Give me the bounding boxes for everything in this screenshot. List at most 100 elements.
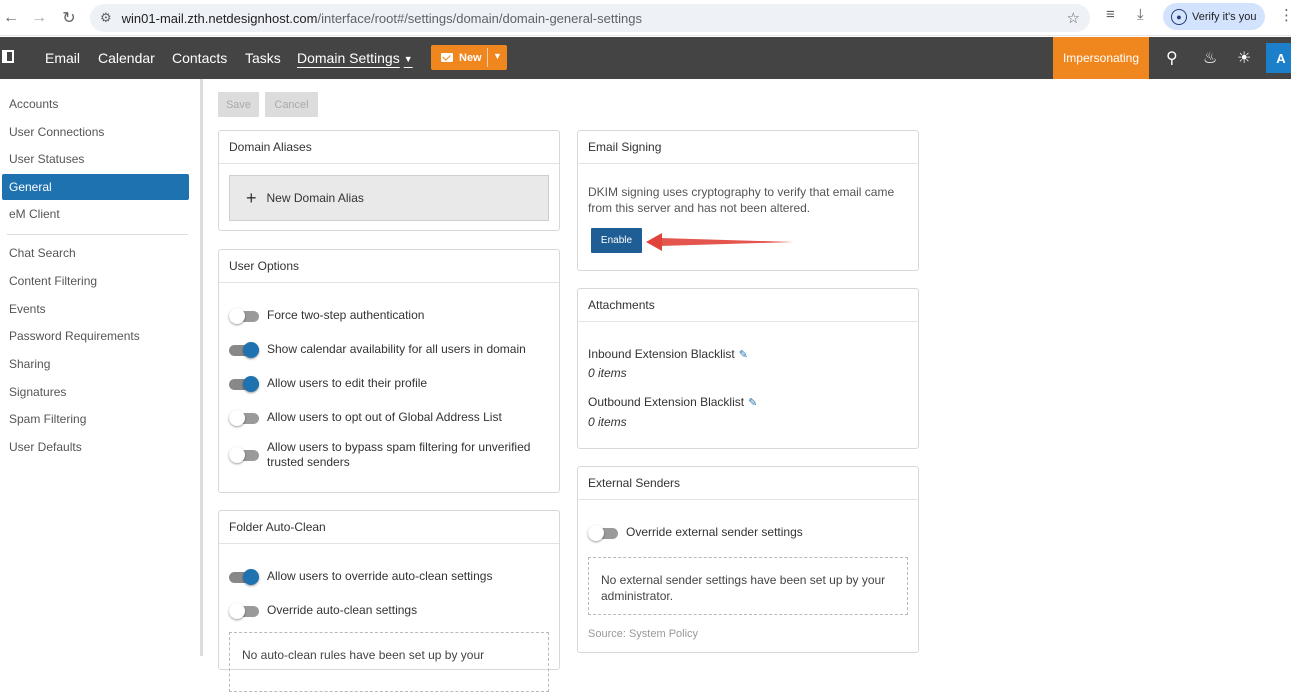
annotation-arrow <box>646 233 794 251</box>
chevron-down-icon: ▼ <box>403 54 413 65</box>
auto-clean-empty-box: No auto-clean rules have been set up by … <box>229 632 549 692</box>
toggle-switch[interactable] <box>229 376 259 392</box>
sidebar-item-accounts[interactable]: Accounts <box>9 97 58 111</box>
sidebar-item-em-client[interactable]: eM Client <box>9 207 60 221</box>
external-sender-empty-box: No external sender settings have been se… <box>588 557 908 615</box>
inbound-blacklist-text: Inbound Extension Blacklist <box>588 347 735 361</box>
save-button[interactable]: Save <box>218 92 259 117</box>
url-host: win01-mail.zth.netdesignhost.com <box>121 10 318 26</box>
nav-domain-settings-label: Domain Settings <box>297 50 400 66</box>
cancel-button[interactable]: Cancel <box>265 92 318 117</box>
browser-toolbar: ← → ↻ ⚙ win01-mail.zth.netdesignhost.com… <box>0 0 1291 36</box>
search-icon[interactable]: ⚲ <box>1166 48 1178 68</box>
verify-profile-button[interactable]: ● Verify it's you <box>1163 3 1265 30</box>
external-sender-empty-text: No external sender settings have been se… <box>601 573 886 603</box>
option-label: Override auto-clean settings <box>267 603 418 617</box>
plus-icon: + <box>246 187 257 208</box>
new-button[interactable]: New ▼ <box>431 45 507 70</box>
toggle-switch[interactable] <box>588 525 618 541</box>
bell-icon[interactable]: ♨ <box>1203 48 1217 68</box>
email-signing-title: Email Signing <box>578 131 918 164</box>
bookmark-star-icon[interactable]: ☆ <box>1067 9 1080 27</box>
option-bypass-spam: Allow users to bypass spam filtering for… <box>229 440 539 470</box>
theme-sun-icon[interactable]: ☀ <box>1237 48 1251 68</box>
back-icon[interactable]: ← <box>0 3 26 33</box>
option-show-calendar-availability: Show calendar availability for all users… <box>229 342 526 358</box>
envelope-icon <box>441 53 453 62</box>
address-bar[interactable]: ⚙ win01-mail.zth.netdesignhost.com/inter… <box>90 4 1090 32</box>
option-edit-profile: Allow users to edit their profile <box>229 376 428 392</box>
sidebar-item-general[interactable]: General <box>2 174 189 200</box>
option-label: Override external sender settings <box>626 525 803 539</box>
avatar[interactable]: A <box>1266 43 1291 73</box>
user-options-card: User Options Force two-step authenticati… <box>218 249 560 493</box>
folder-auto-clean-card: Folder Auto-Clean Allow users to overrid… <box>218 510 560 692</box>
sidebar-divider <box>200 79 203 656</box>
site-settings-icon[interactable]: ⚙ <box>100 10 112 26</box>
option-label: Allow users to edit their profile <box>267 376 428 390</box>
toggle-switch[interactable] <box>229 342 259 358</box>
panel-toggle-icon[interactable] <box>2 50 14 63</box>
option-override-auto-clean: Override auto-clean settings <box>229 603 418 619</box>
sidebar-item-events[interactable]: Events <box>9 302 46 316</box>
external-senders-card: External Senders Override external sende… <box>577 466 919 653</box>
browser-menu-icon[interactable]: ⋮ <box>1279 6 1291 24</box>
option-override-external-sender: Override external sender settings <box>588 525 803 541</box>
domain-aliases-card: Domain Aliases + New Domain Alias <box>218 130 560 231</box>
new-dropdown-chevron-icon[interactable]: ▼ <box>493 51 502 61</box>
verify-label: Verify it's you <box>1192 10 1257 23</box>
outbound-blacklist-text: Outbound Extension Blacklist <box>588 395 745 409</box>
reading-list-icon[interactable]: ≡ <box>1106 6 1115 23</box>
sidebar-item-signatures[interactable]: Signatures <box>9 385 66 399</box>
new-domain-alias-button[interactable]: + New Domain Alias <box>229 175 549 221</box>
sidebar-item-password-requirements[interactable]: Password Requirements <box>9 329 140 343</box>
pencil-icon[interactable]: ✎ <box>748 397 757 409</box>
toggle-switch[interactable] <box>229 603 259 619</box>
option-label: Allow users to bypass spam filtering for… <box>267 440 531 469</box>
pencil-icon[interactable]: ✎ <box>739 349 748 361</box>
attachments-title: Attachments <box>578 289 918 322</box>
nav-contacts[interactable]: Contacts <box>172 50 227 66</box>
option-override-auto-clean-users: Allow users to override auto-clean setti… <box>229 569 493 585</box>
sidebar-item-user-connections[interactable]: User Connections <box>9 125 104 139</box>
dkim-description: DKIM signing uses cryptography to verify… <box>588 185 895 215</box>
impersonating-button[interactable]: Impersonating <box>1053 37 1149 79</box>
url-path: /interface/root#/settings/domain/domain-… <box>317 10 642 26</box>
toggle-switch[interactable] <box>229 308 259 324</box>
toggle-switch[interactable] <box>229 447 259 463</box>
sidebar-item-user-defaults[interactable]: User Defaults <box>9 440 82 454</box>
sidebar-item-user-statuses[interactable]: User Statuses <box>9 152 84 166</box>
sidebar-item-spam-filtering[interactable]: Spam Filtering <box>9 412 86 426</box>
option-label: Force two-step authentication <box>267 308 425 322</box>
toggle-switch[interactable] <box>229 410 259 426</box>
option-label: Show calendar availability for all users… <box>267 342 526 356</box>
download-icon[interactable]: ⤓ <box>1137 6 1144 23</box>
app-top-nav: Email Calendar Contacts Tasks Domain Set… <box>0 37 1291 79</box>
nav-tasks[interactable]: Tasks <box>245 50 281 66</box>
nav-email[interactable]: Email <box>45 50 80 66</box>
profile-icon: ● <box>1171 8 1187 25</box>
outbound-blacklist-label: Outbound Extension Blacklist ✎ <box>588 395 757 409</box>
nav-domain-settings[interactable]: Domain Settings ▼ <box>297 50 413 66</box>
option-label: Allow users to override auto-clean setti… <box>267 569 493 583</box>
auto-clean-empty-text: No auto-clean rules have been set up by … <box>242 648 485 662</box>
new-button-label: New <box>459 51 482 64</box>
inbound-blacklist-label: Inbound Extension Blacklist ✎ <box>588 347 748 361</box>
sidebar-item-sharing[interactable]: Sharing <box>9 357 50 371</box>
source-label: Source: System Policy <box>588 628 699 640</box>
split-divider <box>487 48 488 67</box>
outbound-blacklist-count: 0 items <box>588 415 627 429</box>
forward-icon[interactable]: → <box>24 3 54 33</box>
toggle-switch[interactable] <box>229 569 259 585</box>
sidebar-item-content-filtering[interactable]: Content Filtering <box>9 274 97 288</box>
nav-calendar[interactable]: Calendar <box>98 50 155 66</box>
enable-button[interactable]: Enable <box>591 228 642 253</box>
sidebar-item-chat-search[interactable]: Chat Search <box>9 246 76 260</box>
reload-icon[interactable]: ↻ <box>54 3 84 33</box>
option-label: Allow users to opt out of Global Address… <box>267 410 502 424</box>
domain-aliases-title: Domain Aliases <box>219 131 559 164</box>
option-opt-out-gal: Allow users to opt out of Global Address… <box>229 410 502 426</box>
sidebar-separator <box>7 234 188 235</box>
user-options-title: User Options <box>219 250 559 283</box>
folder-auto-clean-title: Folder Auto-Clean <box>219 511 559 544</box>
